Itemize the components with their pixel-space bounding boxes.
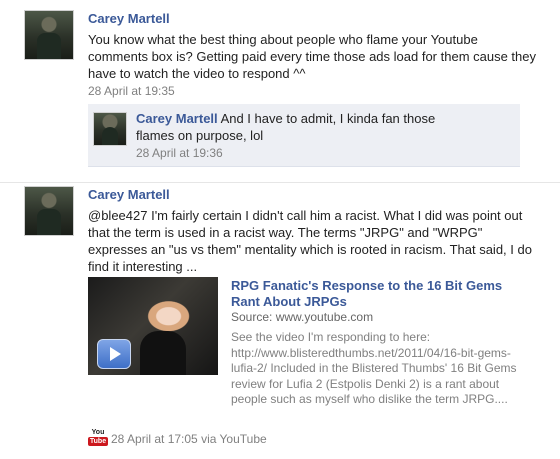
video-source: Source: www.youtube.com bbox=[231, 310, 374, 324]
post-text: @blee427 I'm fairly certain I didn't cal… bbox=[88, 208, 532, 274]
avatar[interactable] bbox=[24, 186, 74, 236]
avatar[interactable] bbox=[24, 10, 74, 60]
reply-timestamp[interactable]: 28 April at 19:36 bbox=[136, 146, 223, 160]
reply-author-name[interactable]: Carey Martell bbox=[136, 111, 218, 126]
play-icon[interactable] bbox=[97, 339, 131, 369]
post-divider bbox=[0, 182, 560, 183]
video-title-link[interactable]: RPG Fanatic's Response to the 16 Bit Gem… bbox=[231, 278, 531, 310]
youtube-icon-you: You bbox=[91, 429, 105, 436]
post-timestamp[interactable]: 28 April at 19:35 bbox=[88, 84, 175, 98]
youtube-icon: You Tube bbox=[88, 429, 108, 447]
video-description: See the video I'm responding to here: ht… bbox=[231, 330, 517, 406]
reply-box: Carey Martell And I have to admit, I kin… bbox=[88, 104, 520, 167]
post-timestamp[interactable]: 28 April at 17:05 via YouTube bbox=[111, 432, 267, 446]
author-name[interactable]: Carey Martell bbox=[88, 11, 170, 26]
author-name[interactable]: Carey Martell bbox=[88, 187, 170, 202]
youtube-icon-tube: Tube bbox=[88, 437, 108, 446]
reply-text: Carey Martell And I have to admit, I kin… bbox=[136, 110, 436, 144]
reply-avatar[interactable] bbox=[93, 112, 127, 146]
video-thumbnail[interactable] bbox=[88, 277, 218, 375]
post-text: You know what the best thing about peopl… bbox=[88, 32, 537, 81]
video-thumbnail-figure bbox=[140, 331, 186, 375]
